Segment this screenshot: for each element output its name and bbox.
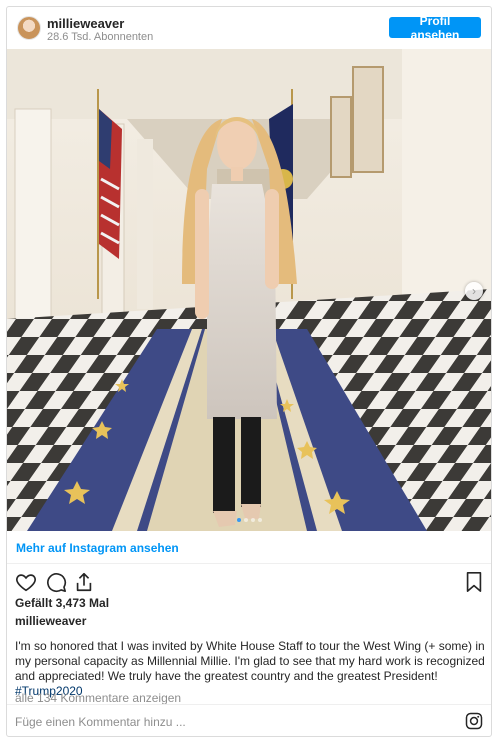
bookmark-icon[interactable] [463, 571, 485, 593]
more-on-instagram-link[interactable]: Mehr auf Instagram ansehen [16, 541, 179, 555]
divider [7, 563, 491, 564]
instagram-logo-icon[interactable] [465, 712, 483, 730]
carousel-dots [7, 518, 491, 522]
post-header: millieweaver 28.6 Tsd. Abonnenten Profil… [7, 7, 491, 49]
caption-username[interactable]: millieweaver [15, 614, 86, 628]
carousel-dot [257, 518, 262, 522]
action-bar [15, 571, 485, 593]
share-icon[interactable] [73, 571, 95, 593]
view-profile-button[interactable]: Profil ansehen [389, 14, 481, 42]
avatar[interactable] [17, 16, 41, 40]
divider [7, 704, 491, 705]
carousel-dot [243, 518, 248, 522]
caption-body: I'm so honored that I was invited by Whi… [15, 639, 485, 683]
photo-image [7, 49, 491, 531]
caption-text: I'm so honored that I was invited by Whi… [15, 639, 485, 699]
post-photo[interactable]: › [7, 49, 491, 531]
carousel-next-icon[interactable]: › [465, 282, 483, 300]
carousel-dot [250, 518, 255, 522]
comment-input[interactable] [15, 713, 455, 731]
heart-icon[interactable] [15, 571, 37, 593]
follower-count: 28.6 Tsd. Abonnenten [47, 31, 154, 43]
view-comments-link[interactable]: alle 134 Kommentare anzeigen [15, 691, 181, 705]
comment-icon[interactable] [45, 571, 67, 593]
like-count[interactable]: Gefällt 3,473 Mal [15, 596, 109, 610]
embedded-post-card: millieweaver 28.6 Tsd. Abonnenten Profil… [6, 6, 492, 737]
header-username[interactable]: millieweaver [47, 16, 124, 31]
carousel-dot [236, 518, 241, 522]
